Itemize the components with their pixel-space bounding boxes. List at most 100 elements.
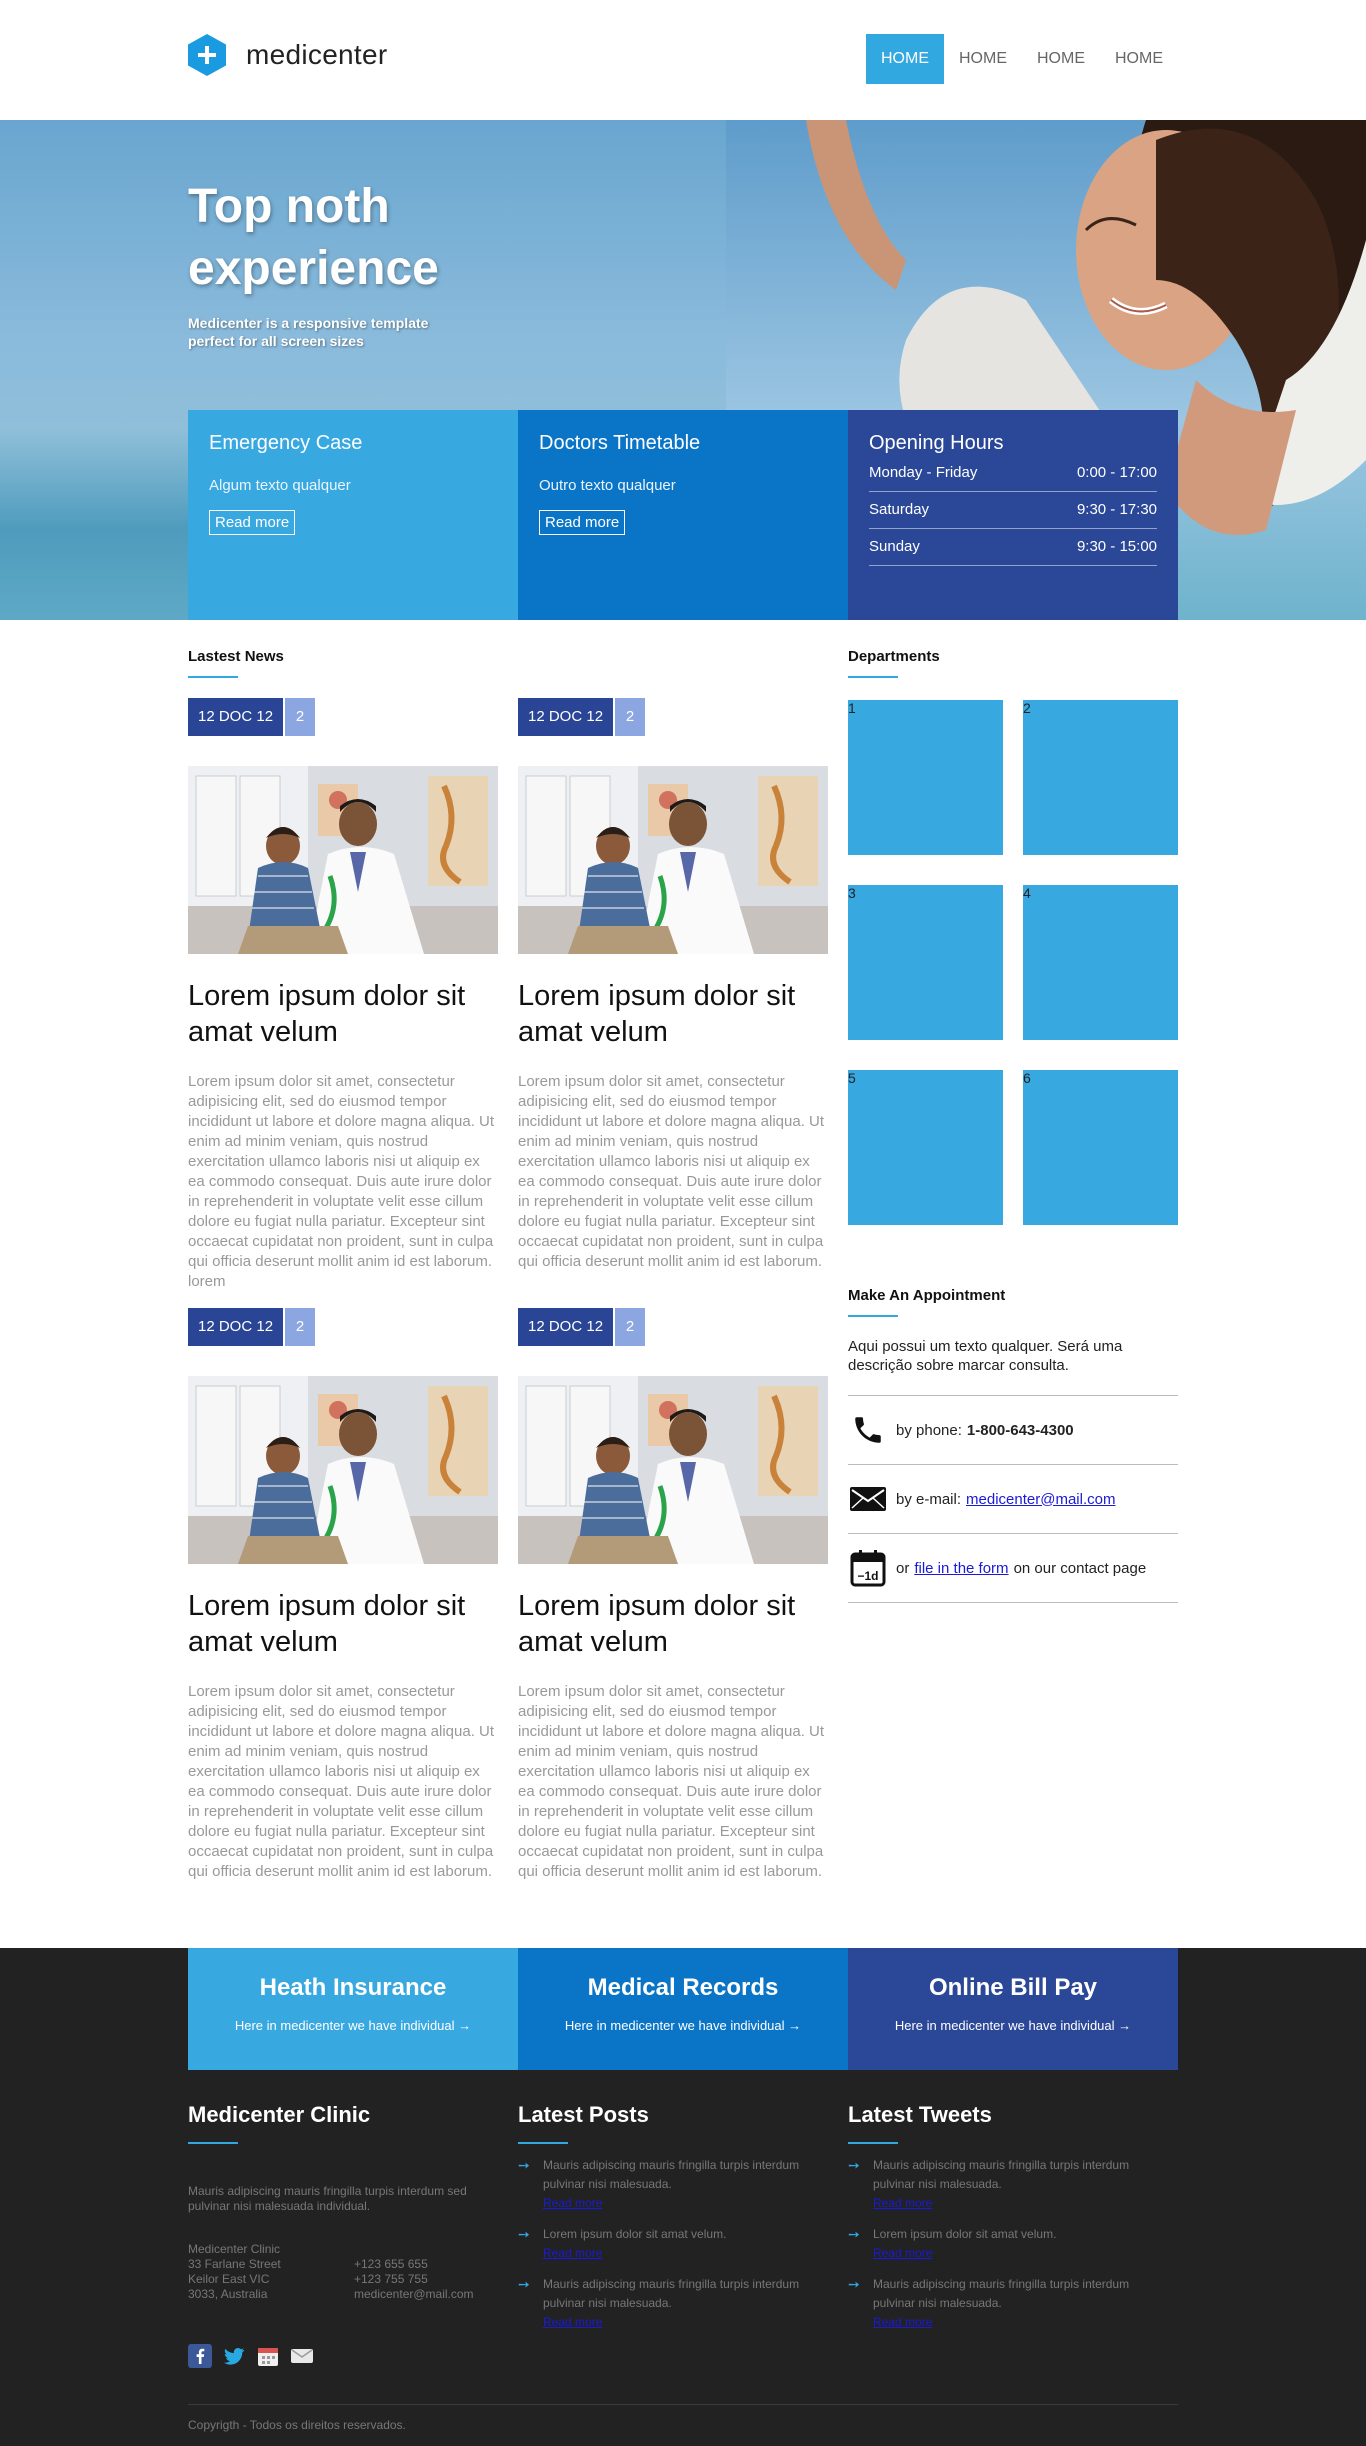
- date-badge: 12 DOC 12: [188, 1308, 284, 1346]
- logo[interactable]: medicenter: [188, 34, 388, 76]
- facebook-icon[interactable]: [188, 2344, 212, 2368]
- news-item: 12 DOC 12 2 Lorem ipsum dolor sit amat v…: [518, 698, 828, 1292]
- calendar-icon[interactable]: [256, 2344, 280, 2368]
- phone-number[interactable]: 1-800-643-4300: [967, 1422, 1074, 1439]
- copyright-text: Copyrigth - Todos os direitos reservados…: [188, 2418, 406, 2432]
- form-suffix: on our contact page: [1013, 1559, 1147, 1577]
- read-more-link[interactable]: Read more: [543, 2194, 828, 2213]
- footer-tweets-title: Latest Tweets: [848, 2102, 992, 2127]
- read-more-button[interactable]: Read more: [539, 510, 626, 535]
- read-more-link[interactable]: Read more: [543, 2244, 726, 2263]
- doctor-child-image[interactable]: [188, 1376, 498, 1564]
- phone-contact-row: by phone: 1-800-643-4300: [848, 1396, 1178, 1465]
- comment-count-badge[interactable]: 2: [615, 698, 646, 736]
- news-title[interactable]: Lorem ipsum dolor sit amat velum: [518, 1588, 828, 1660]
- mail-icon[interactable]: [290, 2344, 314, 2368]
- health-insurance-cta[interactable]: Heath Insurance Here in medicenter we ha…: [188, 1948, 518, 2070]
- department-tile-4[interactable]: 4: [1023, 885, 1178, 1040]
- clinic-address: Medicenter Clinic 33 Farlane Street Keil…: [188, 2242, 498, 2302]
- doctor-child-image[interactable]: [518, 1376, 828, 1564]
- news-title[interactable]: Lorem ipsum dolor sit amat velum: [188, 1588, 498, 1660]
- department-tile-2[interactable]: 2: [1023, 700, 1178, 855]
- tweet-item: ➙ Mauris adipiscing mauris fringilla tur…: [848, 2275, 1158, 2332]
- box-text: Outro texto qualquer: [539, 477, 676, 494]
- tweet-item: ➙ Lorem ipsum dolor sit amat velum. Read …: [848, 2225, 1158, 2263]
- title-underline: [848, 1315, 898, 1317]
- department-tile-6[interactable]: 6: [1023, 1070, 1178, 1225]
- news-meta: 12 DOC 12 2: [518, 698, 828, 736]
- main-content: Lastest News 12 DOC 12 2 Lorem ipsum dol…: [0, 620, 1366, 1948]
- news-meta: 12 DOC 12 2: [518, 1308, 828, 1346]
- appointment-section: Make An Appointment Aqui possui um texto…: [848, 1287, 1178, 1603]
- news-meta: 12 DOC 12 2: [188, 1308, 498, 1346]
- cta-title: Online Bill Pay: [928, 1974, 1098, 2001]
- form-prefix: or: [896, 1559, 910, 1577]
- department-tile-5[interactable]: 5: [848, 1070, 1003, 1225]
- title-underline: [848, 2142, 898, 2144]
- footer-posts-title: Latest Posts: [518, 2102, 649, 2127]
- news-title[interactable]: Lorem ipsum dolor sit amat velum: [188, 978, 498, 1050]
- department-tile-1[interactable]: 1: [848, 700, 1003, 855]
- hero-text: Top noth experience Medicenter is a resp…: [188, 176, 548, 350]
- contact-form-link[interactable]: file in the form: [914, 1560, 1008, 1577]
- online-bill-pay-cta[interactable]: Online Bill Pay Here in medicenter we ha…: [848, 1948, 1178, 2070]
- hours-row: Saturday 9:30 - 17:30: [869, 492, 1157, 529]
- news-title[interactable]: Lorem ipsum dolor sit amat velum: [518, 978, 828, 1050]
- read-more-button[interactable]: Read more: [209, 510, 296, 535]
- news-section: Lastest News 12 DOC 12 2 Lorem ipsum dol…: [188, 648, 828, 1882]
- contact-lines: +123 655 655 +123 755 755 medicenter@mai…: [354, 2257, 474, 2301]
- hours-row: Monday - Friday 0:00 - 17:00: [869, 455, 1157, 492]
- read-more-link[interactable]: Read more: [543, 2313, 828, 2332]
- title-underline: [188, 2142, 238, 2144]
- date-badge: 12 DOC 12: [188, 698, 284, 736]
- footer-clinic-title: Medicenter Clinic: [188, 2102, 371, 2127]
- doctor-child-image[interactable]: [188, 766, 498, 954]
- footer-clinic-column: Medicenter Clinic Mauris adipiscing maur…: [188, 2102, 498, 2368]
- medical-records-cta[interactable]: Medical Records Here in medicenter we ha…: [518, 1948, 848, 2070]
- hours-day: Monday - Friday: [869, 464, 978, 481]
- news-excerpt: Lorem ipsum dolor sit amet, consectetur …: [518, 1683, 825, 1880]
- hours-day: Sunday: [869, 538, 920, 555]
- read-more-link[interactable]: Read more: [873, 2194, 1158, 2213]
- social-links: [188, 2344, 498, 2368]
- hours-time: 0:00 - 17:00: [1076, 464, 1157, 481]
- logo-text: medicenter: [246, 39, 388, 70]
- nav-item-home-2[interactable]: HOME: [944, 34, 1022, 84]
- cta-strip: Heath Insurance Here in medicenter we ha…: [188, 1948, 1178, 2070]
- footer-tweets-column: Latest Tweets ➙ Mauris adipiscing mauris…: [848, 2102, 1158, 2332]
- news-excerpt: Lorem ipsum dolor sit amet, consectetur …: [188, 1073, 495, 1290]
- news-grid: 12 DOC 12 2 Lorem ipsum dolor sit amat v…: [188, 698, 828, 1882]
- envelope-icon: [848, 1479, 888, 1519]
- twitter-icon[interactable]: [222, 2344, 246, 2368]
- email-link[interactable]: medicenter@mail.com: [966, 1491, 1115, 1508]
- info-boxes: Emergency Case Algum texto qualquer Read…: [188, 410, 1178, 620]
- date-badge: 12 DOC 12: [518, 1308, 614, 1346]
- cta-title: Medical Records: [587, 1974, 779, 2001]
- svg-text:−1d: −1d: [857, 1569, 878, 1583]
- calendar-icon: −1d: [848, 1548, 888, 1588]
- news-item: 12 DOC 12 2 Lorem ipsum dolor sit amat v…: [188, 1308, 498, 1882]
- arrow-right-icon: ➙: [518, 2226, 530, 2242]
- main-nav: HOME HOME HOME HOME: [866, 34, 1178, 84]
- nav-item-home-3[interactable]: HOME: [1022, 34, 1100, 84]
- news-excerpt: Lorem ipsum dolor sit amet, consectetur …: [518, 1073, 825, 1270]
- read-more-link[interactable]: Read more: [873, 2244, 1056, 2263]
- box-text: Algum texto qualquer: [209, 477, 351, 494]
- comment-count-badge[interactable]: 2: [285, 698, 316, 736]
- read-more-link[interactable]: Read more: [873, 2313, 1158, 2332]
- title-underline: [188, 676, 238, 678]
- phone-label: by phone:: [896, 1421, 962, 1439]
- hours-row: Sunday 9:30 - 15:00: [869, 529, 1157, 566]
- tweet-item: ➙ Mauris adipiscing mauris fringilla tur…: [848, 2156, 1158, 2213]
- cta-title: Heath Insurance: [259, 1974, 447, 2001]
- site-footer: Heath Insurance Here in medicenter we ha…: [0, 1948, 1366, 2446]
- comment-count-badge[interactable]: 2: [615, 1308, 646, 1346]
- nav-item-home-1[interactable]: HOME: [866, 34, 944, 84]
- doctor-child-image[interactable]: [518, 766, 828, 954]
- title-underline: [848, 676, 898, 678]
- nav-item-home-4[interactable]: HOME: [1100, 34, 1178, 84]
- cta-text: Here in medicenter we have individual →: [894, 2018, 1132, 2033]
- comment-count-badge[interactable]: 2: [285, 1308, 316, 1346]
- departments-grid: 1 2 3 4 5 6: [848, 700, 1178, 1225]
- department-tile-3[interactable]: 3: [848, 885, 1003, 1040]
